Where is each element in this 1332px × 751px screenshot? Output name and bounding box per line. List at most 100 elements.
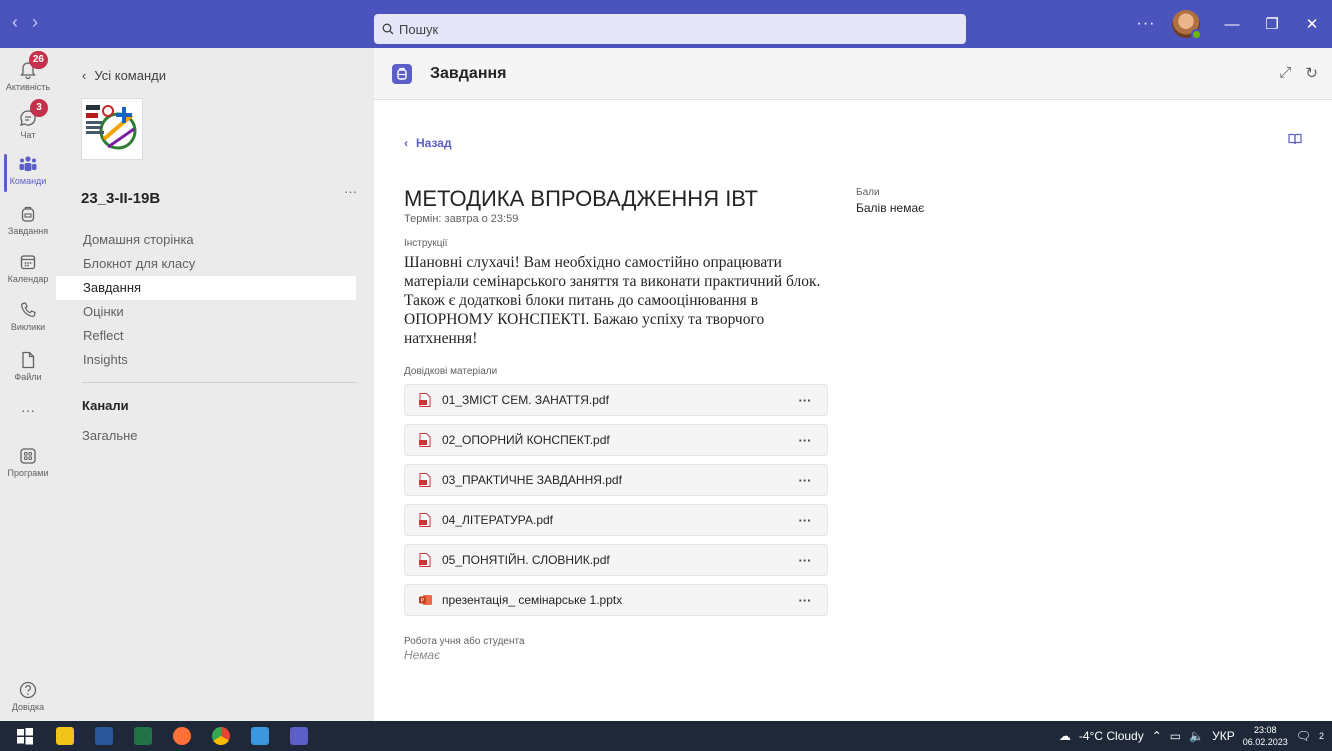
settings-more-button[interactable]: ···	[1126, 15, 1166, 33]
windows-start-icon[interactable]	[16, 727, 34, 745]
word-icon[interactable]	[95, 727, 113, 745]
attachment-name: 04_ЛІТЕРАТУРА.pdf	[442, 513, 554, 527]
assignments-app-icon	[392, 64, 412, 84]
team-more-button[interactable]: ···	[344, 184, 357, 199]
attachment-name: 03_ПРАКТИЧНЕ ЗАВДАННЯ.pdf	[442, 473, 622, 487]
tab-class-notebook[interactable]: Блокнот для класу	[56, 252, 374, 276]
close-icon[interactable]: ✕	[1292, 15, 1332, 33]
notifications-count: 2	[1318, 731, 1324, 741]
rail-item-calls[interactable]: Виклики	[0, 300, 56, 332]
reference-materials-label: Довідкові матеріали	[404, 366, 498, 377]
team-panel: ‹ Усі команди 23_3-ІІ-19В ··· Домашня ст…	[56, 48, 374, 721]
maximize-icon[interactable]: ❐	[1252, 15, 1292, 33]
file-explorer-icon[interactable]	[56, 727, 74, 745]
chat-badge: 3	[30, 99, 48, 117]
back-arrow-icon[interactable]: ‹	[12, 12, 32, 33]
rail-label: Команди	[9, 176, 47, 186]
attachment-more-button[interactable]: ···	[783, 433, 827, 448]
student-work-label: Робота учня або студента	[404, 636, 525, 647]
avatar[interactable]	[1172, 10, 1202, 40]
attachment-item[interactable]: 01_ЗМІСТ СЕМ. ЗАНАТТЯ.pdf ···	[404, 384, 828, 416]
assignment-title: МЕТОДИКА ВПРОВАДЖЕННЯ ІВТ	[404, 186, 758, 211]
divider	[82, 382, 357, 383]
teams-icon	[18, 154, 38, 174]
all-teams-label: Усі команди	[94, 68, 166, 83]
rail-item-chat[interactable]: 3 Чат	[0, 99, 56, 140]
rail-label: Виклики	[10, 322, 46, 332]
attachment-more-button[interactable]: ···	[783, 393, 827, 408]
history-nav: ‹›	[12, 12, 52, 33]
rail-label: Завдання	[7, 226, 49, 236]
channel-general[interactable]: Загальне	[82, 428, 138, 443]
firefox-icon[interactable]	[173, 727, 191, 745]
search-placeholder: Пошук	[399, 21, 439, 37]
points-label: Бали	[856, 187, 880, 198]
attachment-more-button[interactable]: ···	[783, 473, 827, 488]
rail-item-apps[interactable]: Програми	[0, 446, 56, 478]
volume-icon[interactable]: 🔈	[1189, 729, 1204, 743]
presence-available-icon	[1191, 29, 1202, 40]
chrome-icon[interactable]	[212, 727, 230, 745]
assignment-view: Завдання ⤢ ↻ ‹ Назад МЕТОДИКА ВПРОВАДЖЕН…	[374, 48, 1332, 721]
refresh-icon[interactable]: ↻	[1305, 64, 1318, 82]
rail-item-activity[interactable]: 26 Активність	[0, 51, 56, 92]
team-logo	[81, 98, 143, 160]
tab-insights[interactable]: Insights	[56, 348, 374, 372]
expand-icon[interactable]: ⤢	[1279, 64, 1291, 82]
due-date: Термін: завтра о 23:59	[404, 213, 519, 225]
tab-grades[interactable]: Оцінки	[56, 300, 374, 324]
app-header: Завдання ⤢ ↻	[374, 48, 1332, 100]
channels-heading[interactable]: Канали	[82, 398, 129, 413]
minimize-icon[interactable]: —	[1212, 16, 1252, 33]
weather[interactable]: -4°C Cloudy	[1079, 729, 1144, 743]
back-label: Назад	[416, 136, 452, 150]
photos-icon[interactable]	[251, 727, 269, 745]
tab-assignments[interactable]: Завдання	[56, 276, 356, 300]
pdf-file-icon	[419, 513, 431, 527]
rail-item-files[interactable]: Файли	[0, 350, 56, 382]
attachment-item[interactable]: 05_ПОНЯТІЙН. СЛОВНИК.pdf ···	[404, 544, 828, 576]
tab-reflect[interactable]: Reflect	[56, 324, 374, 348]
clock[interactable]: 23:08 06.02.2023	[1243, 724, 1288, 748]
attachment-more-button[interactable]: ···	[783, 513, 827, 528]
attachment-name: презентація_ семінарське 1.pptx	[442, 593, 623, 607]
rail-label: Календар	[7, 274, 49, 284]
rail-label: Довідка	[11, 702, 45, 712]
excel-icon[interactable]	[134, 727, 152, 745]
pdf-file-icon	[419, 553, 431, 567]
notifications-icon[interactable]: 🗨	[1296, 729, 1311, 743]
search-icon	[382, 23, 394, 35]
attachment-item[interactable]: 03_ПРАКТИЧНЕ ЗАВДАННЯ.pdf ···	[404, 464, 828, 496]
attachment-more-button[interactable]: ···	[783, 553, 827, 568]
attachment-item[interactable]: 02_ОПОРНИЙ КОНСПЕКТ.pdf ···	[404, 424, 828, 456]
chevron-left-icon: ‹	[82, 68, 87, 83]
battery-icon[interactable]: ▭	[1170, 729, 1181, 743]
chat-icon: 3	[18, 99, 48, 128]
rail-item-help[interactable]: Довідка	[0, 680, 56, 712]
points-value: Балів немає	[856, 201, 925, 215]
back-button[interactable]: ‹ Назад	[404, 136, 452, 150]
forward-arrow-icon[interactable]: ›	[32, 12, 52, 33]
attachment-item[interactable]: P презентація_ семінарське 1.pptx ···	[404, 584, 828, 616]
date: 06.02.2023	[1242, 737, 1288, 747]
rail-item-assignments[interactable]: Завдання	[0, 204, 56, 236]
language-indicator[interactable]: УКР	[1212, 729, 1235, 743]
rail-label: Файли	[14, 372, 42, 382]
teams-taskbar-icon[interactable]	[290, 727, 308, 745]
attachment-more-button[interactable]: ···	[783, 593, 827, 608]
cloud-icon: ☁	[1058, 729, 1071, 743]
rail-item-calendar[interactable]: Календар	[0, 252, 56, 284]
rail-item-teams[interactable]: Команди	[0, 154, 56, 192]
all-teams-button[interactable]: ‹ Усі команди	[82, 68, 166, 83]
title-bar: ‹› Пошук ··· — ❐ ✕	[0, 0, 1332, 48]
app-rail: 26 Активність 3 Чат Команди Завдання Кал…	[0, 48, 56, 721]
immersive-reader-icon[interactable]	[1288, 132, 1302, 151]
rail-item-more-apps[interactable]: ···	[0, 400, 56, 418]
instructions-label: Інструкції	[404, 238, 448, 249]
activity-badge: 26	[28, 51, 48, 69]
attachment-item[interactable]: 04_ЛІТЕРАТУРА.pdf ···	[404, 504, 828, 536]
app-title: Завдання	[430, 65, 507, 82]
tab-home[interactable]: Домашня сторінка	[56, 228, 374, 252]
chevron-up-icon[interactable]: ⌃	[1152, 729, 1162, 743]
search-input[interactable]: Пошук	[374, 14, 966, 44]
